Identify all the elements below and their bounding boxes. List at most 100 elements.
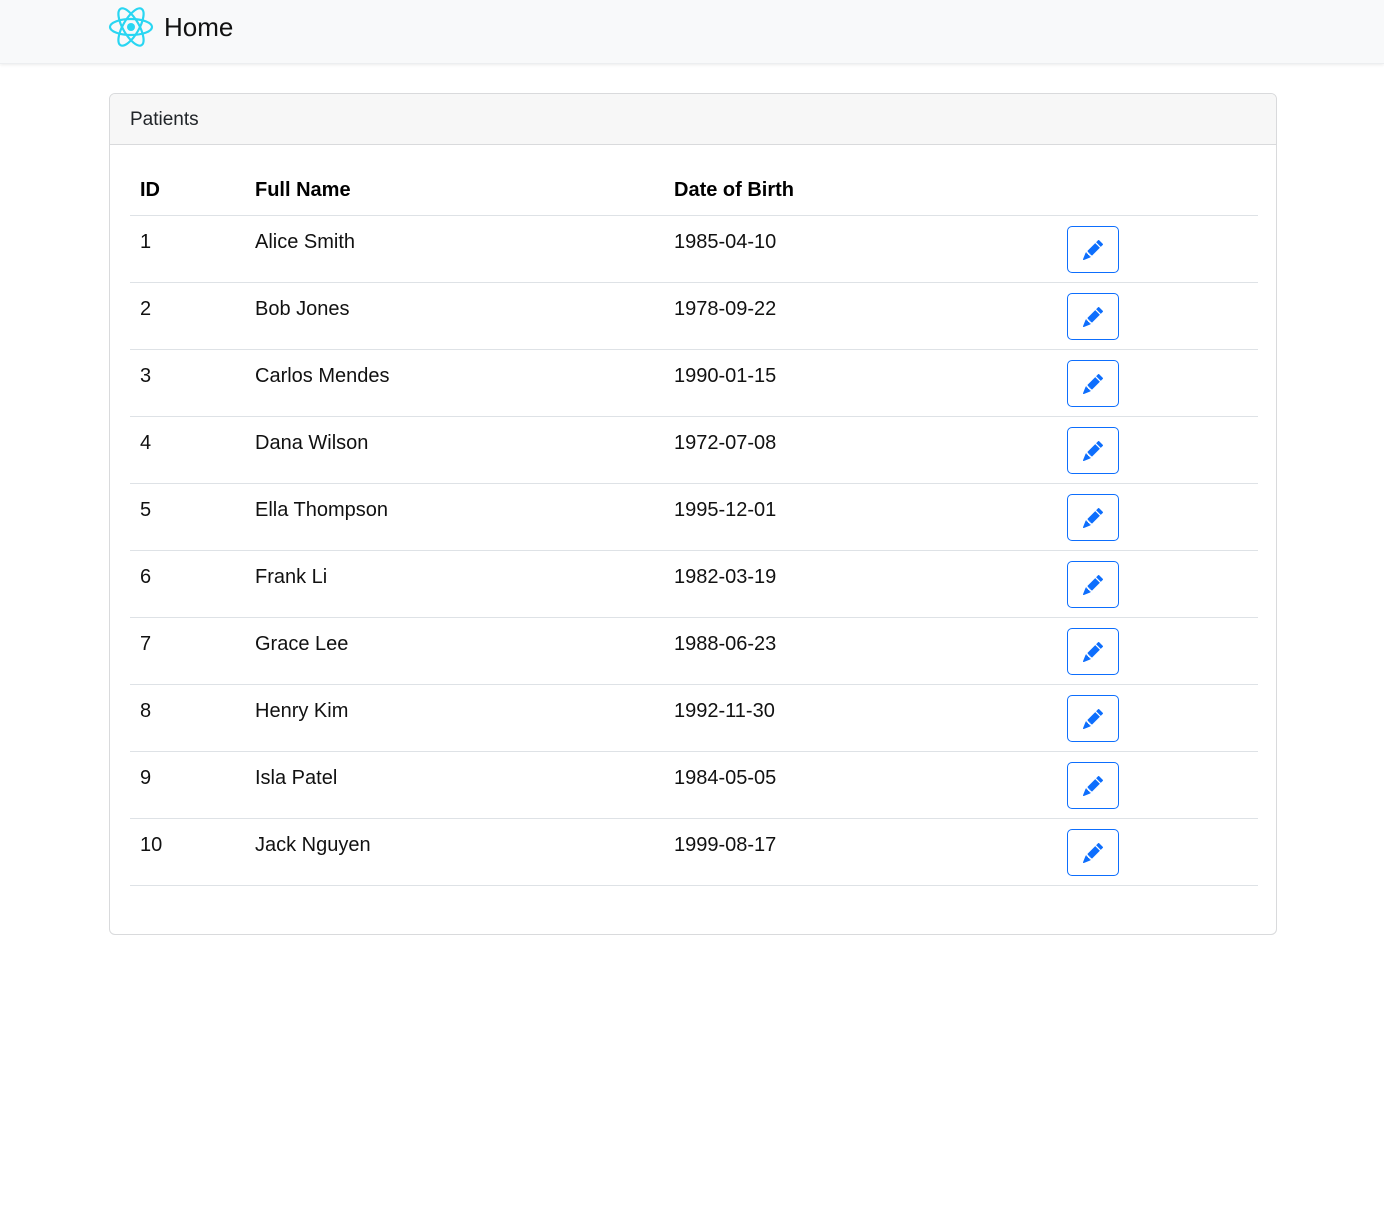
patient-full-name: Alice Smith (255, 231, 356, 253)
table-row: 8 Henry Kim 1992-11-30 (130, 684, 1258, 752)
patient-name-cell: Grace Lee (245, 617, 664, 685)
table-row: 7 Grace Lee 1988-06-23 (130, 617, 1258, 685)
patient-action-cell (1057, 416, 1258, 484)
table-row: 2 Bob Jones 1978-09-22 (130, 282, 1258, 350)
patient-action-cell (1057, 684, 1258, 752)
column-header-date-of-birth: Date of Birth (664, 165, 1057, 216)
edit-patient-button[interactable] (1067, 494, 1119, 541)
patient-action-cell (1057, 818, 1258, 886)
edit-patient-button[interactable] (1067, 695, 1119, 742)
patient-id: 1 (140, 231, 152, 253)
patient-name-cell: Alice Smith (245, 215, 664, 283)
card-body: ID Full Name Date of Birth 1 Alice Smith 1… (110, 145, 1276, 906)
pencil-icon (1083, 708, 1103, 729)
column-header-actions (1057, 165, 1258, 216)
table-row: 6 Frank Li 1982-03-19 (130, 550, 1258, 618)
card-title: Patients (110, 94, 1276, 145)
navbar: Home (0, 0, 1384, 64)
patient-id: 8 (140, 700, 152, 722)
patient-dob-cell: 1999-08-17 (664, 818, 1057, 886)
patient-date-of-birth: 1985-04-10 (674, 231, 777, 253)
patient-id-cell: 2 (130, 282, 245, 350)
patient-date-of-birth: 1978-09-22 (674, 298, 777, 320)
patient-full-name: Isla Patel (255, 767, 338, 789)
patient-action-cell (1057, 282, 1258, 350)
brand-home-link[interactable]: Home (108, 6, 233, 48)
pencil-icon (1083, 842, 1103, 863)
edit-patient-button[interactable] (1067, 762, 1119, 809)
patient-name-cell: Dana Wilson (245, 416, 664, 484)
pencil-icon (1083, 373, 1103, 394)
table-row: 5 Ella Thompson 1995-12-01 (130, 483, 1258, 551)
patient-action-cell (1057, 215, 1258, 283)
patient-name-cell: Bob Jones (245, 282, 664, 350)
column-header-full-name: Full Name (245, 165, 664, 216)
brand-label: Home (164, 12, 234, 42)
patient-full-name: Frank Li (255, 566, 328, 588)
patient-id-cell: 1 (130, 215, 245, 283)
patient-id-cell: 7 (130, 617, 245, 685)
edit-patient-button[interactable] (1067, 360, 1119, 407)
patient-dob-cell: 1988-06-23 (664, 617, 1057, 685)
patient-dob-cell: 1992-11-30 (664, 684, 1057, 752)
patient-full-name: Carlos Mendes (255, 365, 390, 387)
patient-dob-cell: 1995-12-01 (664, 483, 1057, 551)
patient-id: 4 (140, 432, 152, 454)
patient-id: 5 (140, 499, 152, 521)
patient-full-name: Dana Wilson (255, 432, 369, 454)
patient-date-of-birth: 1982-03-19 (674, 566, 777, 588)
table-row: 3 Carlos Mendes 1990-01-15 (130, 349, 1258, 417)
patient-id: 7 (140, 633, 152, 655)
column-header-id: ID (130, 165, 245, 216)
pencil-icon (1083, 507, 1103, 528)
patient-full-name: Bob Jones (255, 298, 350, 320)
patient-dob-cell: 1972-07-08 (664, 416, 1057, 484)
table-header-row: ID Full Name Date of Birth (130, 165, 1258, 216)
patient-name-cell: Jack Nguyen (245, 818, 664, 886)
pencil-icon (1083, 239, 1103, 260)
react-logo-icon (108, 6, 154, 48)
patient-dob-cell: 1990-01-15 (664, 349, 1057, 417)
patient-full-name: Henry Kim (255, 700, 349, 722)
edit-patient-button[interactable] (1067, 628, 1119, 675)
patient-id-cell: 6 (130, 550, 245, 618)
patient-id: 6 (140, 566, 152, 588)
patient-id-cell: 9 (130, 751, 245, 819)
patient-action-cell (1057, 349, 1258, 417)
table-body: 1 Alice Smith 1985-04-10 2 Bob Jones 1978-09-… (130, 215, 1258, 886)
edit-patient-button[interactable] (1067, 226, 1119, 273)
patient-full-name: Grace Lee (255, 633, 349, 655)
edit-patient-button[interactable] (1067, 427, 1119, 474)
patient-id: 10 (140, 834, 163, 856)
patient-id: 2 (140, 298, 152, 320)
patient-dob-cell: 1985-04-10 (664, 215, 1057, 283)
pencil-icon (1083, 641, 1103, 662)
edit-patient-button[interactable] (1067, 561, 1119, 608)
patient-id-cell: 5 (130, 483, 245, 551)
patient-dob-cell: 1984-05-05 (664, 751, 1057, 819)
patient-name-cell: Isla Patel (245, 751, 664, 819)
patient-dob-cell: 1982-03-19 (664, 550, 1057, 618)
patient-id-cell: 8 (130, 684, 245, 752)
patient-full-name: Jack Nguyen (255, 834, 371, 856)
patient-id: 9 (140, 767, 152, 789)
edit-patient-button[interactable] (1067, 293, 1119, 340)
edit-patient-button[interactable] (1067, 829, 1119, 876)
patient-action-cell (1057, 483, 1258, 551)
patient-date-of-birth: 1995-12-01 (674, 499, 777, 521)
patient-date-of-birth: 1972-07-08 (674, 432, 777, 454)
table-row: 4 Dana Wilson 1972-07-08 (130, 416, 1258, 484)
patients-card: Patients ID Full Name Date of Birth 1 Ali… (109, 93, 1277, 935)
pencil-icon (1083, 440, 1103, 461)
patient-date-of-birth: 1992-11-30 (674, 700, 775, 722)
patient-id-cell: 3 (130, 349, 245, 417)
pencil-icon (1083, 574, 1103, 595)
patient-name-cell: Ella Thompson (245, 483, 664, 551)
patient-date-of-birth: 1984-05-05 (674, 767, 777, 789)
patient-name-cell: Carlos Mendes (245, 349, 664, 417)
pencil-icon (1083, 306, 1103, 327)
patient-full-name: Ella Thompson (255, 499, 389, 521)
patient-action-cell (1057, 751, 1258, 819)
patient-dob-cell: 1978-09-22 (664, 282, 1057, 350)
table-row: 10 Jack Nguyen 1999-08-17 (130, 818, 1258, 886)
